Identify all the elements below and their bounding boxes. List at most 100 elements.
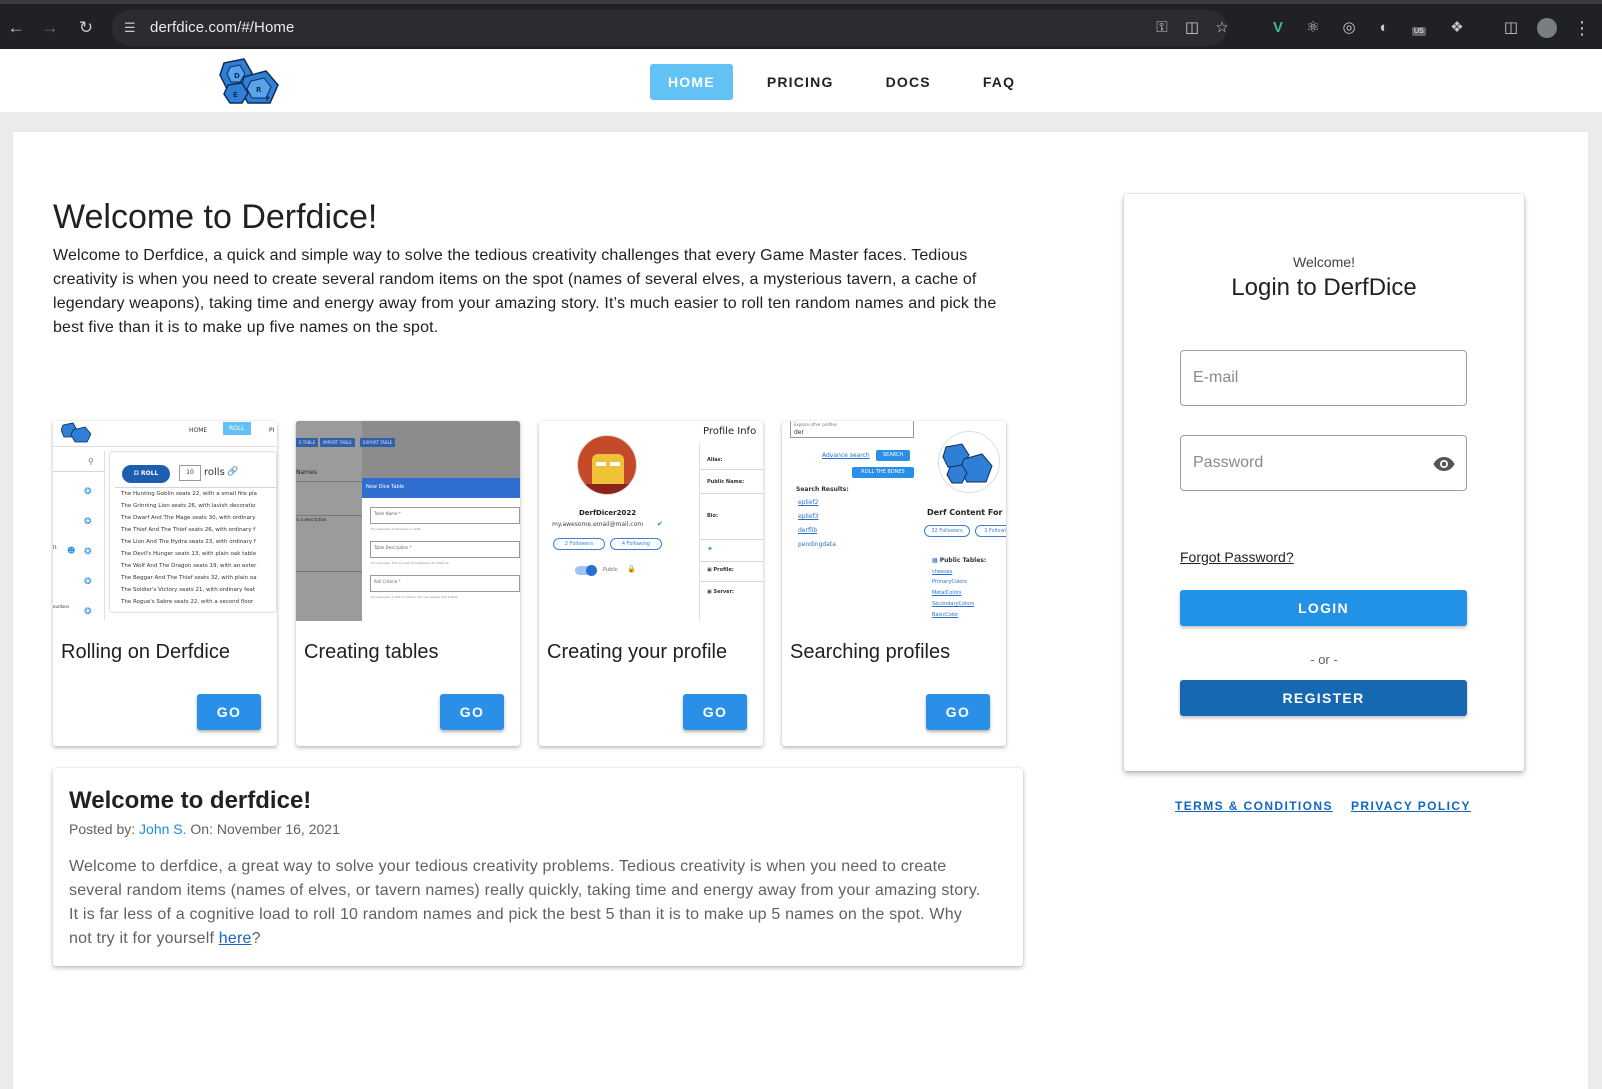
- browser-toolbar: ← → ↻ ☰ derfdice.com/#/Home ⚿ ◫ ☆ V ⚛ ◎ …: [0, 0, 1602, 49]
- mini-left-hint: is a description: [296, 517, 327, 522]
- mini-roll-criteria-field: Roll Criteria *: [374, 579, 401, 584]
- mini-roll-result: The Grinning Lion seats 26, with lavish …: [121, 503, 256, 509]
- mini-names-label: Names: [296, 469, 317, 476]
- svg-text:F: F: [266, 96, 270, 103]
- password-field[interactable]: [1180, 435, 1467, 491]
- mini-hint: For example, professions or skills: [371, 527, 421, 531]
- tables-preview-image: E TABLE IMPORT TABLE EXPORT TABLE Names …: [296, 421, 520, 621]
- profile-avatar[interactable]: [1537, 18, 1557, 38]
- dark-mode-extension-icon[interactable]: ◐: [1374, 18, 1394, 38]
- mini-roll-result: The Rogue's Sabre seats 22, with a secon…: [121, 599, 254, 605]
- key-icon[interactable]: ⚿: [1153, 19, 1171, 37]
- extensions-puzzle-icon[interactable]: ❖: [1447, 18, 1467, 38]
- menu-kebab-icon[interactable]: ⋮: [1572, 18, 1592, 38]
- rolling-preview-image: HOME ROLL PI ⚲ ❂ ❂ II. ☻ ❂ ❂ ourdans ❂ ⚃…: [53, 421, 277, 621]
- nav-pricing[interactable]: PRICING: [749, 64, 852, 100]
- mini-public-tables: ▦ Public Tables:: [932, 557, 987, 564]
- tile-searching-profiles: Explore other profiles der Advance searc…: [782, 421, 1006, 746]
- tile-creating-profile: Profile Info DerfDicer2022 my.awesome.em…: [539, 421, 763, 746]
- mini-following-pill: 3 Followi: [975, 525, 1006, 537]
- show-password-eye-icon[interactable]: [1432, 452, 1456, 476]
- mini-nav-home: HOME: [189, 427, 208, 434]
- mini-roll-result: The Hunting Goblin seats 22, with a smal…: [121, 491, 257, 497]
- nav-docs[interactable]: DOCS: [868, 64, 949, 100]
- email-field[interactable]: [1180, 350, 1467, 406]
- password-input[interactable]: [1181, 436, 1466, 490]
- go-button[interactable]: GO: [197, 694, 261, 730]
- mini-derf-logo: [942, 443, 993, 484]
- vpn-extension-icon[interactable]: US: [1410, 18, 1430, 38]
- go-button[interactable]: GO: [683, 694, 747, 730]
- mini-roll-result: The Wolf And The Dragon seats 19, with a…: [121, 563, 257, 569]
- target-extension-icon[interactable]: ◎: [1339, 18, 1359, 38]
- side-panel-icon[interactable]: ◫: [1501, 18, 1521, 38]
- mini-server-field: ▣ Server:: [707, 589, 735, 595]
- mini-bio-field: Bio:: [707, 513, 718, 519]
- posted-on-label: On:: [190, 821, 213, 837]
- vue-devtools-icon[interactable]: V: [1268, 18, 1288, 38]
- privacy-link[interactable]: PRIVACY POLICY: [1351, 799, 1471, 813]
- mini-search-query: der: [794, 429, 804, 436]
- mini-profile-field: ▣ Profile:: [707, 567, 734, 573]
- post-title: Welcome to derfdice!: [69, 787, 311, 815]
- extension-badge: US: [1412, 27, 1426, 36]
- or-divider: - or -: [1310, 652, 1338, 667]
- mini-table-link: SecondaryColors: [932, 601, 975, 607]
- react-devtools-icon[interactable]: ⚛: [1303, 18, 1323, 38]
- mini-roll-bones-button: ROLL THE BONES: [852, 467, 914, 478]
- mini-search-button: SEARCH: [876, 450, 910, 461]
- mini-twitter-icon: ✦: [707, 545, 713, 553]
- terms-link[interactable]: TERMS & CONDITIONS: [1175, 799, 1333, 813]
- svg-text:R: R: [256, 86, 262, 94]
- mini-roll-result: The Thief And The Thief seats 26, with o…: [121, 527, 256, 533]
- mini-verified-icon: ✔: [657, 520, 663, 528]
- mini-table-link: cheeses: [932, 569, 953, 575]
- mini-table-icon: ❂: [84, 607, 92, 617]
- mini-roll-result: The Dwarf And The Mage seats 30, with or…: [121, 515, 256, 521]
- tile-creating-tables: E TABLE IMPORT TABLE EXPORT TABLE Names …: [296, 421, 520, 746]
- mini-roll-button: ⚃ ROLL: [122, 465, 170, 483]
- mini-result-link: eplief2: [798, 499, 819, 506]
- derfdice-logo[interactable]: D R E F: [218, 57, 284, 105]
- install-app-icon[interactable]: ◫: [1183, 19, 1201, 37]
- address-bar[interactable]: ☰ derfdice.com/#/Home ⚿ ◫ ☆: [112, 10, 1229, 46]
- tile-title: Searching profiles: [790, 641, 951, 663]
- mini-public-name-field: Public Name:: [707, 479, 745, 485]
- reload-icon[interactable]: ↻: [76, 18, 96, 38]
- back-arrow-icon[interactable]: ←: [6, 18, 26, 38]
- url-text[interactable]: derfdice.com/#/Home: [150, 19, 294, 36]
- post-body-text: Welcome to derfdice, a great way to solv…: [69, 858, 981, 947]
- svg-text:E: E: [233, 91, 238, 99]
- mini-create-tab: E TABLE: [296, 438, 319, 447]
- mini-logo-icon: [61, 422, 91, 443]
- post-here-link[interactable]: here: [219, 930, 252, 947]
- mini-results-label: Search Results:: [796, 486, 849, 493]
- login-welcome: Welcome!: [1293, 254, 1355, 270]
- go-button[interactable]: GO: [440, 694, 504, 730]
- post-meta: Posted by: John S. On: November 16, 2021: [69, 821, 340, 837]
- login-button[interactable]: LOGIN: [1180, 590, 1467, 626]
- mini-rolls-label: rolls: [204, 467, 225, 478]
- post-title-suffix: !: [303, 787, 312, 814]
- site-info-icon[interactable]: ☰: [124, 19, 142, 37]
- mini-table-desc-field: Table Description *: [374, 545, 412, 550]
- nav-faq[interactable]: FAQ: [965, 64, 1033, 100]
- forward-arrow-icon[interactable]: →: [40, 18, 60, 38]
- mini-server-label: Server:: [713, 589, 735, 595]
- mini-table-link: BasicColor: [932, 612, 959, 618]
- post-author[interactable]: John S.: [139, 821, 186, 837]
- mini-roll-result: The Soldier's Victory seats 21, with ord…: [121, 587, 255, 593]
- mini-side-label: ourdans: [53, 604, 70, 609]
- nav-home[interactable]: HOME: [650, 64, 733, 100]
- register-button[interactable]: REGISTER: [1180, 680, 1467, 716]
- mini-followers-pill: 32 Followers: [924, 525, 970, 537]
- forgot-password-link[interactable]: Forgot Password?: [1180, 549, 1294, 565]
- go-button[interactable]: GO: [926, 694, 990, 730]
- tile-title: Creating your profile: [547, 641, 728, 663]
- post-body-end: ?: [251, 930, 261, 947]
- tile-rolling: HOME ROLL PI ⚲ ❂ ❂ II. ☻ ❂ ❂ ourdans ❂ ⚃…: [53, 421, 277, 746]
- bookmark-star-icon[interactable]: ☆: [1213, 19, 1231, 37]
- intro-paragraph: Welcome to Derfdice, a quick and simple …: [53, 247, 997, 336]
- mini-import-tab: IMPORT TABLE: [320, 438, 355, 447]
- email-input[interactable]: [1181, 351, 1466, 405]
